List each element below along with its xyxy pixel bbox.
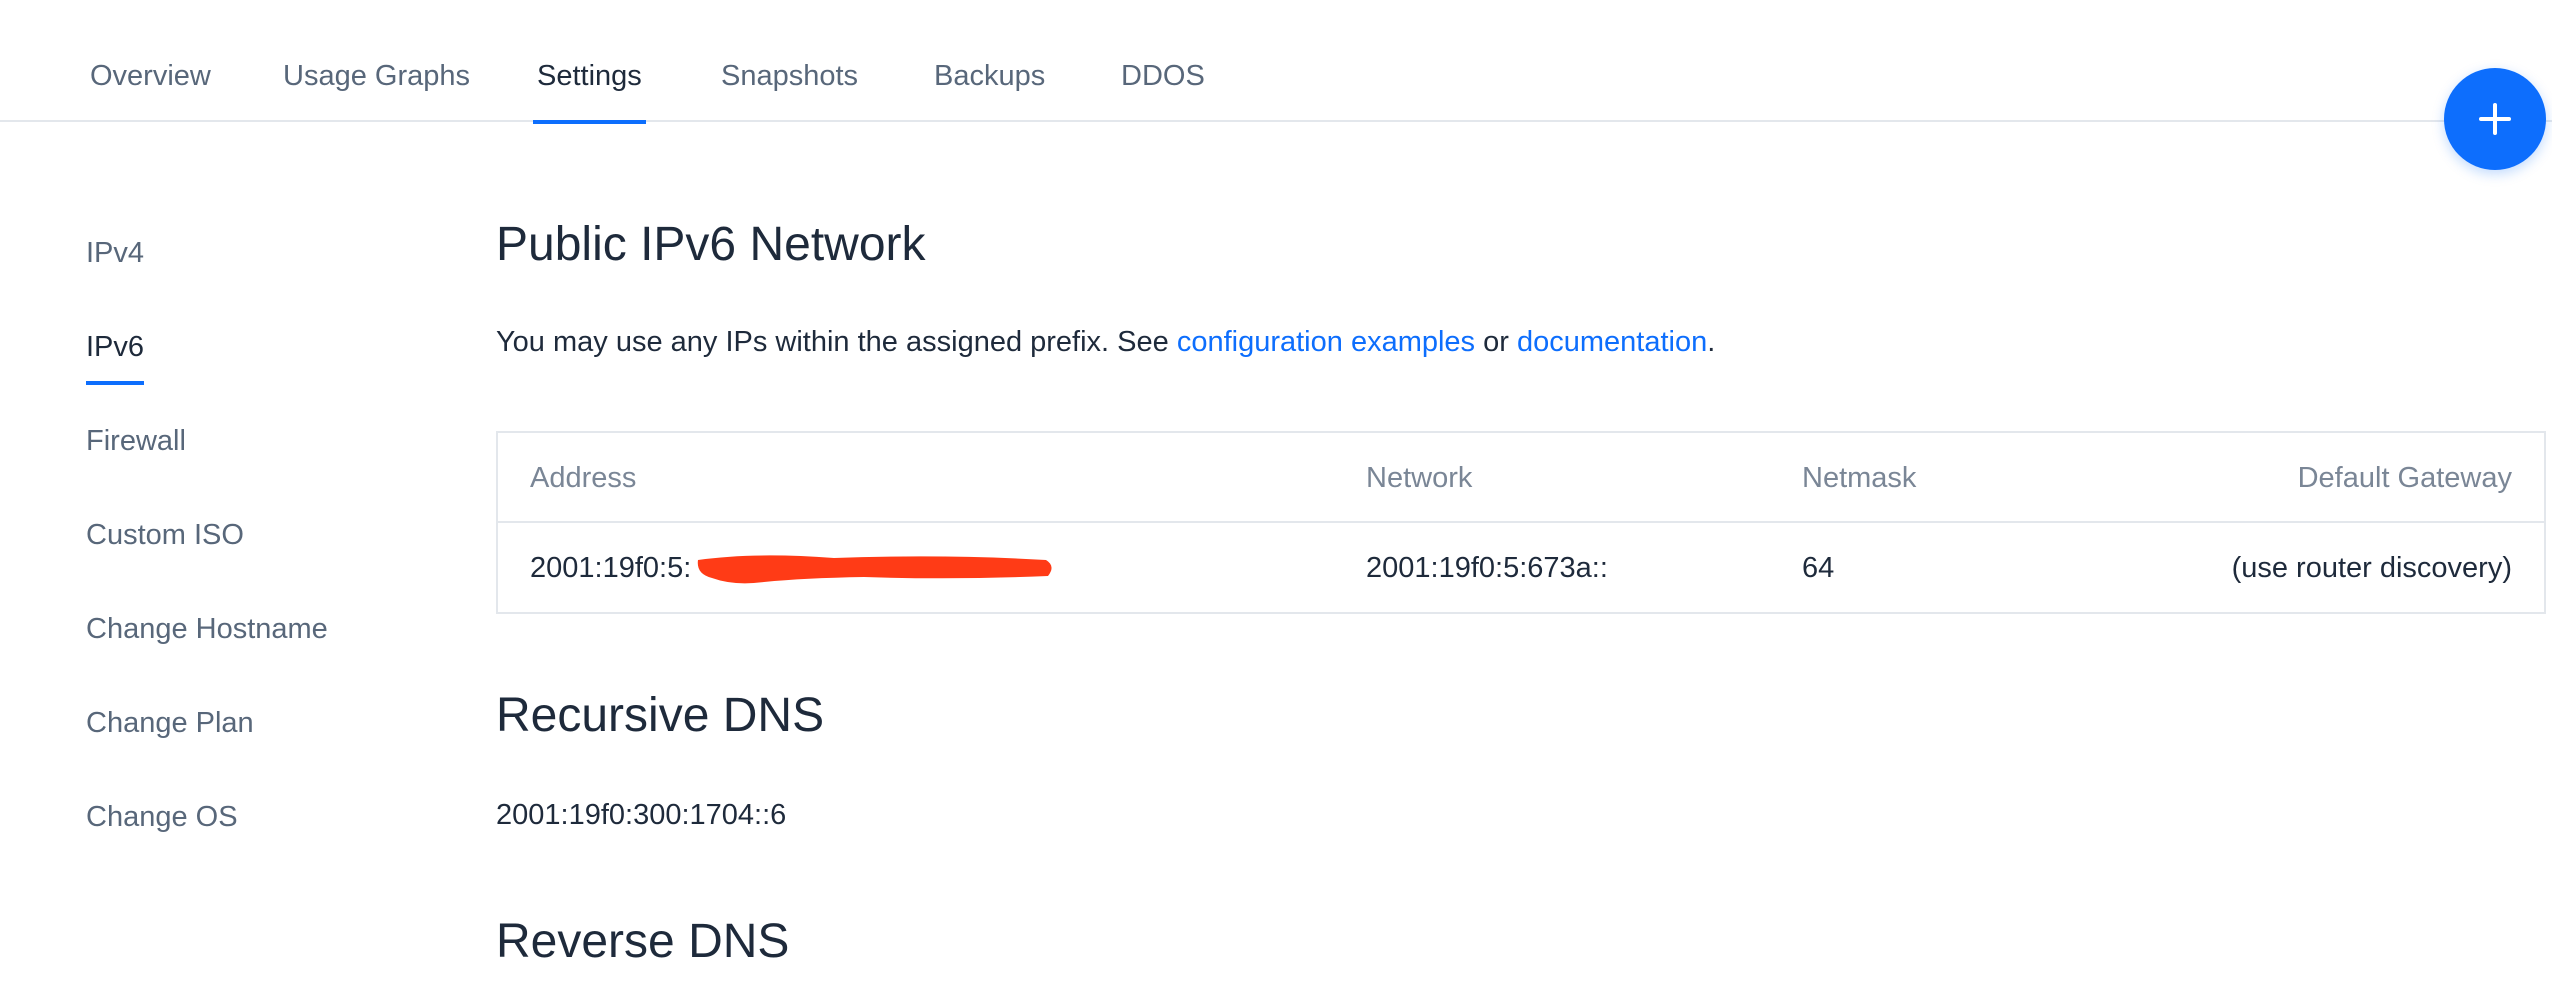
top-tab-bar: Overview Usage Graphs Settings Snapshots… bbox=[0, 0, 2552, 124]
add-button[interactable] bbox=[2444, 68, 2546, 170]
cell-default-gateway: (use router discovery) bbox=[2231, 552, 2512, 584]
ipv6-table: Address Network Netmask Default Gateway … bbox=[496, 431, 2546, 614]
cell-netmask: 64 bbox=[1802, 552, 1835, 584]
intro-text: You may use any IPs within the assigned … bbox=[496, 326, 1177, 358]
sidenav-item-ipv6[interactable]: IPv6 bbox=[86, 327, 145, 385]
sidenav-item-change-hostname[interactable]: Change Hostname bbox=[86, 609, 328, 649]
active-tab-indicator bbox=[533, 120, 646, 124]
sidenav-item-label: IPv6 bbox=[86, 331, 145, 363]
sidenav-item-change-os[interactable]: Change OS bbox=[86, 797, 238, 837]
sidenav-item-change-plan[interactable]: Change Plan bbox=[86, 703, 254, 743]
column-header-netmask: Netmask bbox=[1802, 462, 1917, 494]
redaction-mark bbox=[697, 555, 1052, 584]
active-sidenav-indicator bbox=[86, 381, 145, 385]
tab-settings-label: Settings bbox=[537, 60, 642, 92]
intro-or-text: or bbox=[1475, 326, 1517, 358]
table-header: Address Network Netmask Default Gateway bbox=[498, 433, 2544, 523]
ipv6-intro-text: You may use any IPs within the assigned … bbox=[496, 322, 1715, 362]
column-header-network: Network bbox=[1366, 462, 1473, 494]
cell-address: 2001:19f0:5: bbox=[530, 552, 692, 584]
sidenav-item-ipv4[interactable]: IPv4 bbox=[86, 233, 144, 273]
tab-ddos[interactable]: DDOS bbox=[1121, 0, 1205, 122]
documentation-link[interactable]: documentation bbox=[1517, 326, 1707, 358]
recursive-dns-title: Recursive DNS bbox=[496, 689, 825, 742]
tab-overview[interactable]: Overview bbox=[90, 0, 211, 122]
plus-icon bbox=[2479, 103, 2511, 135]
tab-usage-graphs[interactable]: Usage Graphs bbox=[283, 0, 470, 122]
column-header-default-gateway: Default Gateway bbox=[2297, 462, 2512, 494]
recursive-dns-value: 2001:19f0:300:1704::6 bbox=[496, 799, 787, 831]
reverse-dns-title: Reverse DNS bbox=[496, 915, 790, 968]
tab-snapshots[interactable]: Snapshots bbox=[721, 0, 858, 122]
sidenav-item-custom-iso[interactable]: Custom ISO bbox=[86, 515, 244, 555]
tab-backups[interactable]: Backups bbox=[934, 0, 1045, 122]
configuration-examples-link[interactable]: configuration examples bbox=[1177, 326, 1475, 358]
ipv6-section-title: Public IPv6 Network bbox=[496, 218, 926, 271]
column-header-address: Address bbox=[530, 462, 637, 494]
tab-settings[interactable]: Settings bbox=[533, 0, 646, 124]
intro-end-text: . bbox=[1707, 326, 1716, 358]
cell-network: 2001:19f0:5:673a:: bbox=[1366, 552, 1608, 584]
sidenav-item-firewall[interactable]: Firewall bbox=[86, 421, 186, 461]
